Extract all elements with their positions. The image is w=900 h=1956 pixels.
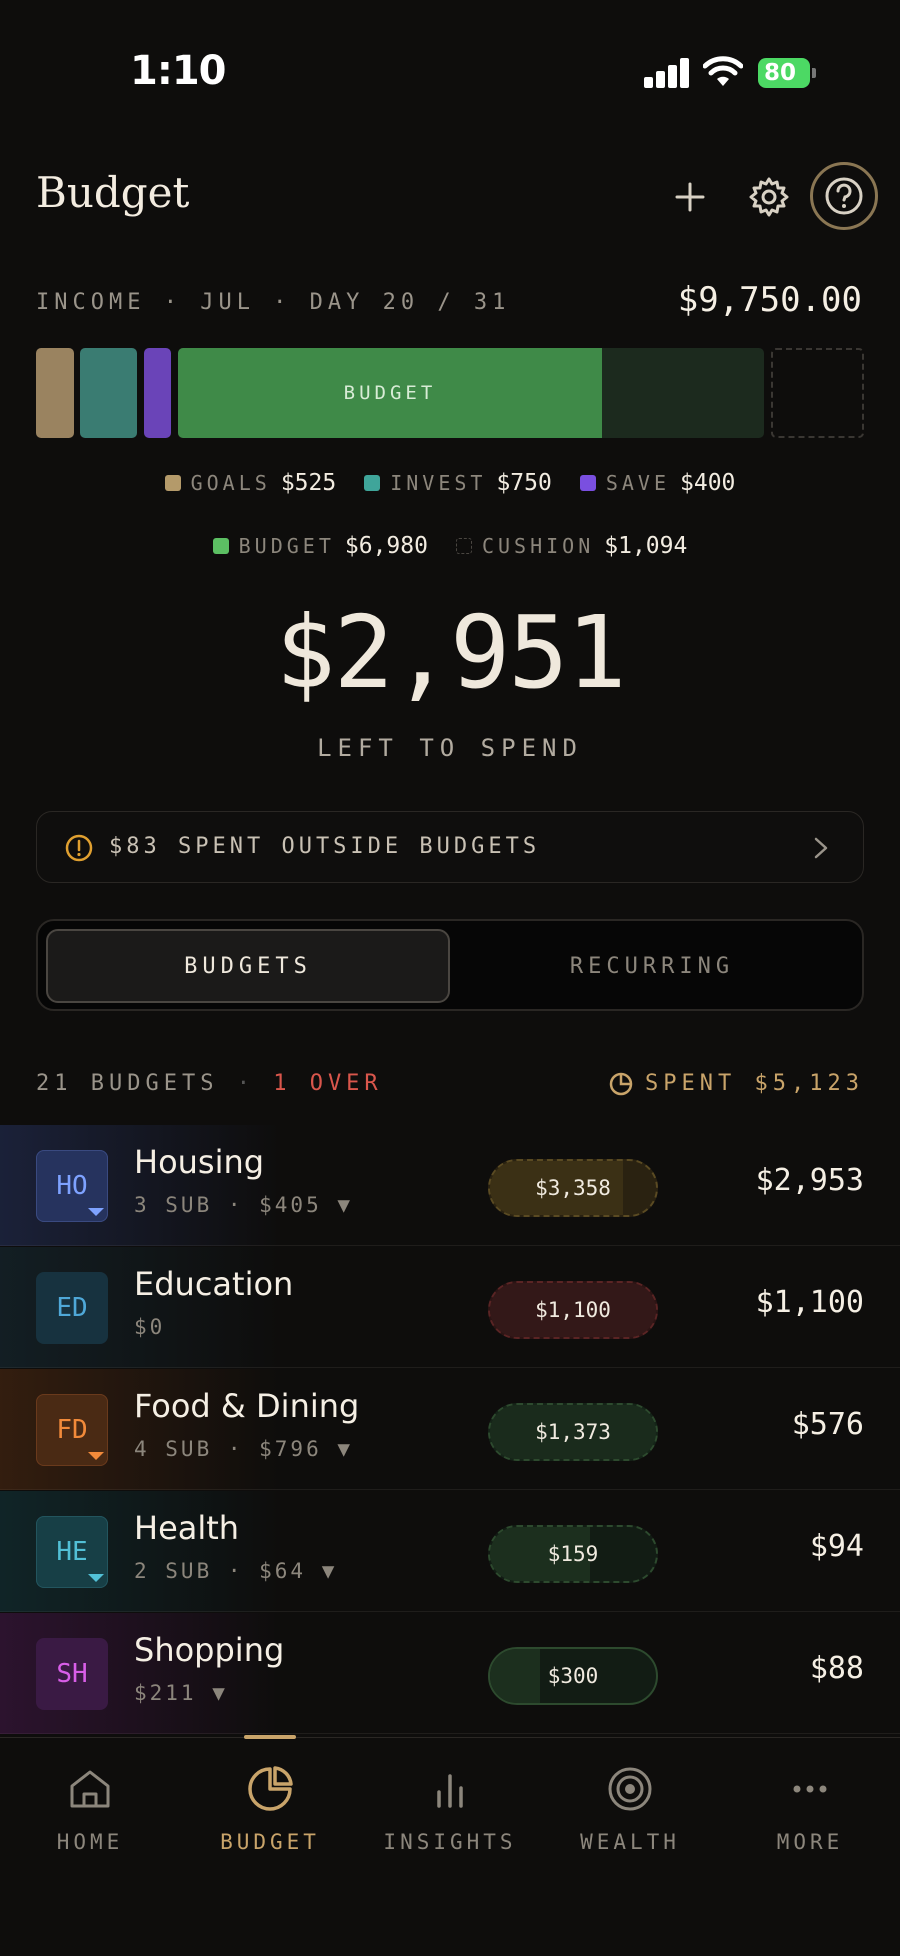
bar-chart-icon xyxy=(437,1774,463,1808)
battery-icon: 80 xyxy=(758,58,816,88)
income-label: INCOME · JUL · DAY 20 / 31 xyxy=(36,290,511,315)
pie-chart-icon xyxy=(609,1072,633,1095)
allocation-invest[interactable] xyxy=(80,348,137,438)
status-time: 1:10 xyxy=(130,48,226,94)
spent-total-label: SPENT $5,123 xyxy=(645,1071,864,1096)
budget-row-education[interactable]: ED Education $0 $1,100 $1,100 xyxy=(0,1247,900,1368)
legend-cushion: CUSHION $1,094 xyxy=(455,533,687,559)
allocation-budget[interactable]: BUDGET xyxy=(178,348,764,438)
warning-icon xyxy=(65,834,93,862)
budget-row-shopping[interactable]: SH Shopping $211 ▼ $300 $88 xyxy=(0,1613,900,1734)
nav-budget[interactable]: BUDGET xyxy=(180,1738,360,1878)
cellular-signal-icon xyxy=(644,58,690,88)
plus-icon xyxy=(675,182,705,212)
category-badge: ED xyxy=(36,1272,108,1344)
allocation-legend-row-2: BUDGET $6,980 CUSHION $1,094 xyxy=(0,533,900,559)
budget-name: Housing xyxy=(134,1143,265,1181)
add-button[interactable] xyxy=(668,175,712,219)
allocation-legend-row-1: GOALS $525 INVEST $750 SAVE $400 xyxy=(0,470,900,496)
spent-pill: $1,373 xyxy=(488,1403,658,1461)
tab-budgets[interactable]: BUDGETS xyxy=(46,929,450,1003)
category-badge: SH xyxy=(36,1638,108,1710)
nav-more[interactable]: MORE xyxy=(720,1738,900,1878)
help-button[interactable] xyxy=(810,162,878,230)
home-icon xyxy=(70,1770,110,1808)
spent-pill: $1,100 xyxy=(488,1281,658,1339)
spent-total[interactable]: SPENT $5,123 xyxy=(609,1071,864,1096)
budget-remaining: $94 xyxy=(809,1529,864,1564)
left-to-spend-amount: $2,951 xyxy=(275,594,626,711)
pie-chart-icon xyxy=(248,1766,293,1811)
budgets-count: 21 BUDGETS xyxy=(36,1071,219,1096)
budget-remaining: $576 xyxy=(791,1407,864,1442)
budget-sub[interactable]: $211 ▼ xyxy=(134,1681,228,1705)
legend-invest: INVEST $750 xyxy=(364,470,552,496)
target-icon xyxy=(608,1767,652,1811)
page-title: Budget xyxy=(36,168,190,217)
left-to-spend-label: LEFT TO SPEND xyxy=(317,734,583,762)
question-circle-icon xyxy=(825,177,863,215)
category-badge: HO xyxy=(36,1150,108,1222)
nav-budget-label: BUDGET xyxy=(220,1830,320,1854)
spent-pill: $3,358 xyxy=(488,1159,658,1217)
budget-sub: $0 xyxy=(134,1315,166,1339)
gear-icon xyxy=(749,177,789,217)
over-budget-count: 1 OVER xyxy=(273,1071,383,1096)
budget-remaining: $2,953 xyxy=(755,1163,864,1198)
budget-row-health[interactable]: HE Health 2 SUB · $64 ▼ $159 $94 xyxy=(0,1491,900,1612)
alert-text: $83 SPENT OUTSIDE BUDGETS xyxy=(109,834,541,859)
budget-row-housing[interactable]: HO Housing 3 SUB · $405 ▼ $3,358 $2,953 xyxy=(0,1125,900,1246)
allocation-save[interactable] xyxy=(144,348,171,438)
budget-name: Health xyxy=(134,1509,240,1547)
income-total: $9,750.00 xyxy=(677,280,862,320)
view-switcher: BUDGETS RECURRING xyxy=(36,919,864,1011)
legend-save: SAVE $400 xyxy=(579,470,735,496)
outside-budgets-alert[interactable]: $83 SPENT OUTSIDE BUDGETS xyxy=(36,811,864,883)
category-badge: FD xyxy=(36,1394,108,1466)
nav-wealth-label: WEALTH xyxy=(580,1830,680,1854)
nav-wealth[interactable]: WEALTH xyxy=(540,1738,720,1878)
status-bar: 1:10 80 xyxy=(0,0,900,140)
budget-row-food-dining[interactable]: FD Food & Dining 4 SUB · $796 ▼ $1,373 $… xyxy=(0,1369,900,1490)
allocation-budget-label: BUDGET xyxy=(343,382,437,404)
battery-level: 80 xyxy=(758,58,810,88)
budget-name: Food & Dining xyxy=(134,1387,360,1425)
allocation-goals[interactable] xyxy=(36,348,74,438)
nav-home[interactable]: HOME xyxy=(0,1738,180,1878)
allocation-cushion[interactable] xyxy=(771,348,864,438)
budget-remaining: $88 xyxy=(809,1651,864,1686)
budget-sub[interactable]: 2 SUB · $64 ▼ xyxy=(134,1559,337,1583)
budgets-count-header: 21 BUDGETS · 1 OVER xyxy=(36,1071,383,1096)
nav-insights-label: INSIGHTS xyxy=(383,1830,517,1854)
tab-recurring[interactable]: RECURRING xyxy=(450,929,854,1003)
budget-name: Education xyxy=(134,1265,294,1303)
budget-name: Shopping xyxy=(134,1631,285,1669)
nav-home-label: HOME xyxy=(56,1830,124,1854)
nav-more-label: MORE xyxy=(776,1830,844,1854)
legend-budget: BUDGET $6,980 xyxy=(212,533,428,559)
budget-sub[interactable]: 4 SUB · $796 ▼ xyxy=(134,1437,353,1461)
settings-button[interactable] xyxy=(744,172,794,222)
budget-remaining: $1,100 xyxy=(755,1285,864,1320)
spent-pill: $159 xyxy=(488,1525,658,1583)
spent-pill: $300 xyxy=(488,1647,658,1705)
wifi-icon xyxy=(703,56,743,86)
separator-dot: · xyxy=(236,1071,255,1096)
legend-goals: GOALS $525 xyxy=(164,470,336,496)
bottom-nav: HOME BUDGET INSIGHTS WEALTH MORE xyxy=(0,1735,900,1956)
more-dots-icon xyxy=(793,1785,827,1793)
category-badge: HE xyxy=(36,1516,108,1588)
chevron-right-icon xyxy=(814,837,828,859)
nav-insights[interactable]: INSIGHTS xyxy=(360,1738,540,1878)
budget-sub[interactable]: 3 SUB · $405 ▼ xyxy=(134,1193,353,1217)
